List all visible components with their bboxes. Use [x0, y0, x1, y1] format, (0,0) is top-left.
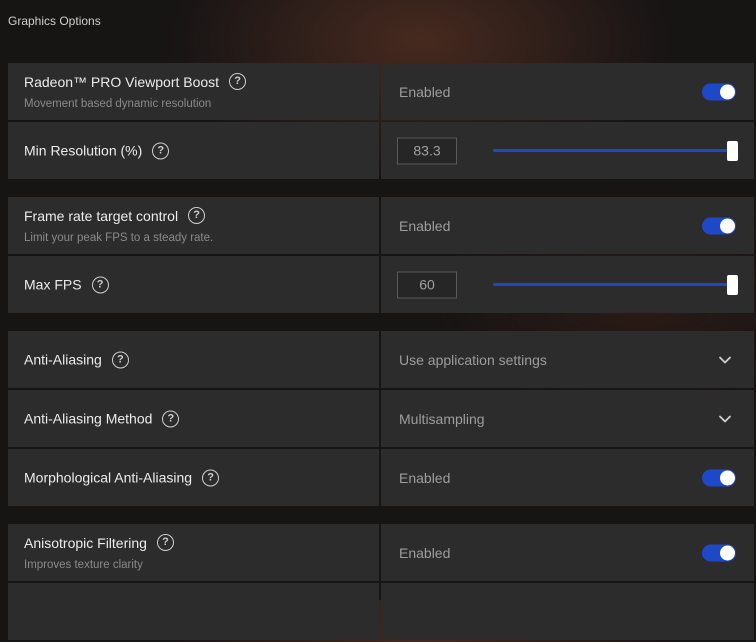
viewport-boost-toggle[interactable]: [702, 83, 736, 100]
page-title: Graphics Options: [8, 14, 101, 28]
viewport-boost-control-cell: Enabled: [381, 63, 754, 120]
anti-aliasing-method-row: Anti-Aliasing Method ? Multisampling: [8, 390, 754, 447]
anti-aliasing-label-cell: Anti-Aliasing ?: [8, 331, 379, 388]
frame-rate-group: Frame rate target control ? Limit your p…: [8, 197, 754, 315]
help-circle-icon[interactable]: ?: [156, 534, 174, 551]
anti-aliasing-method-dropdown[interactable]: Multisampling: [381, 390, 754, 447]
toggle-knob: [720, 218, 735, 233]
anti-aliasing-row: Anti-Aliasing ? Use application settings: [8, 331, 754, 388]
min-resolution-slider[interactable]: [493, 140, 738, 161]
morphological-aa-label: Morphological Anti-Aliasing: [24, 469, 193, 486]
max-fps-slider[interactable]: [493, 274, 738, 295]
anti-aliasing-method-label-cell: Anti-Aliasing Method ?: [8, 390, 379, 447]
morphological-aa-row: Morphological Anti-Aliasing ? Enabled: [8, 449, 754, 506]
help-circle-icon[interactable]: ?: [91, 276, 109, 293]
viewport-boost-label-cell: Radeon™ PRO Viewport Boost ? Movement ba…: [8, 63, 379, 120]
anti-aliasing-label: Anti-Aliasing: [24, 351, 102, 368]
anisotropic-filtering-toggle[interactable]: [702, 544, 736, 561]
help-circle-icon[interactable]: ?: [188, 207, 206, 224]
viewport-boost-state: Enabled: [399, 83, 451, 100]
frame-rate-target-row: Frame rate target control ? Limit your p…: [8, 197, 754, 254]
morphological-aa-control-cell: Enabled: [381, 449, 754, 506]
frame-rate-label-cell: Frame rate target control ? Limit your p…: [8, 197, 379, 254]
chevron-down-icon: [719, 356, 731, 363]
viewport-boost-description: Movement based dynamic resolution: [24, 98, 212, 110]
anisotropic-filtering-row: Anisotropic Filtering ? Improves texture…: [8, 524, 754, 581]
anti-aliasing-selected: Use application settings: [399, 351, 547, 368]
slider-thumb[interactable]: [727, 274, 738, 295]
min-resolution-label-cell: Min Resolution (%) ?: [8, 122, 379, 179]
anti-aliasing-group: Anti-Aliasing ? Use application settings…: [8, 331, 754, 508]
frame-rate-control-cell: Enabled: [381, 197, 754, 254]
help-circle-icon[interactable]: ?: [111, 351, 129, 368]
help-circle-icon[interactable]: ?: [152, 142, 170, 159]
toggle-knob: [720, 84, 735, 99]
anti-aliasing-dropdown[interactable]: Use application settings: [381, 331, 754, 388]
morphological-aa-label-cell: Morphological Anti-Aliasing ?: [8, 449, 379, 506]
anisotropic-filtering-description: Improves texture clarity: [24, 559, 143, 571]
slider-track: [493, 283, 728, 286]
min-resolution-input[interactable]: 83.3: [397, 137, 457, 164]
max-fps-control-cell: 60: [381, 256, 754, 313]
anti-aliasing-method-selected: Multisampling: [399, 410, 485, 427]
max-fps-row: Max FPS ? 60: [8, 256, 754, 313]
anisotropic-group: Anisotropic Filtering ? Improves texture…: [8, 524, 754, 642]
min-resolution-label: Min Resolution (%): [24, 142, 143, 159]
toggle-knob: [720, 470, 735, 485]
slider-track: [493, 149, 728, 152]
max-fps-input[interactable]: 60: [397, 271, 457, 298]
frame-rate-target-label: Frame rate target control: [24, 207, 179, 224]
help-circle-icon[interactable]: ?: [162, 410, 180, 427]
anisotropic-filtering-label: Anisotropic Filtering: [24, 534, 147, 551]
frame-rate-target-description: Limit your peak FPS to a steady rate.: [24, 232, 214, 244]
viewport-boost-row: Radeon™ PRO Viewport Boost ? Movement ba…: [8, 63, 754, 120]
morphological-aa-state: Enabled: [399, 469, 451, 486]
viewport-boost-label: Radeon™ PRO Viewport Boost: [24, 73, 220, 90]
max-fps-label: Max FPS: [24, 276, 82, 293]
anisotropic-filtering-state: Enabled: [399, 544, 451, 561]
chevron-down-icon: [719, 415, 731, 422]
max-fps-label-cell: Max FPS ?: [8, 256, 379, 313]
morphological-aa-toggle[interactable]: [702, 469, 736, 486]
frame-rate-target-state: Enabled: [399, 217, 451, 234]
next-row-left: [8, 583, 379, 640]
toggle-knob: [720, 545, 735, 560]
viewport-boost-group: Radeon™ PRO Viewport Boost ? Movement ba…: [8, 63, 754, 181]
next-row-right: [381, 583, 754, 640]
help-circle-icon[interactable]: ?: [229, 73, 247, 90]
anisotropic-label-cell: Anisotropic Filtering ? Improves texture…: [8, 524, 379, 581]
frame-rate-target-toggle[interactable]: [702, 217, 736, 234]
min-resolution-row: Min Resolution (%) ? 83.3: [8, 122, 754, 179]
anti-aliasing-method-label: Anti-Aliasing Method: [24, 410, 153, 427]
help-circle-icon[interactable]: ?: [202, 469, 220, 486]
slider-thumb[interactable]: [727, 140, 738, 161]
min-resolution-control-cell: 83.3: [381, 122, 754, 179]
next-row-partial: [8, 583, 754, 640]
anisotropic-control-cell: Enabled: [381, 524, 754, 581]
